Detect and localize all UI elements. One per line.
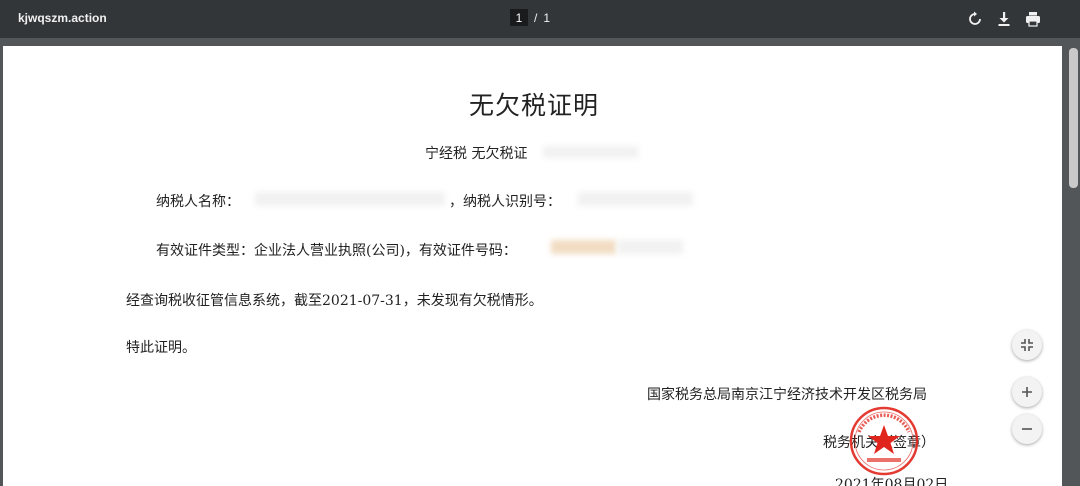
redacted-taxpayer-id [578, 192, 693, 206]
zoom-in-button[interactable] [1012, 377, 1042, 407]
redacted-taxpayer-name [255, 192, 445, 206]
official-seal-stamp [849, 406, 919, 476]
fit-page-icon [1021, 339, 1033, 351]
page-separator: / [534, 10, 538, 25]
page-number-input[interactable] [510, 9, 528, 26]
document-file-name: kjwqszm.action [18, 11, 107, 25]
pdf-page: 无欠税证明 宁经税 无欠税证 纳税人名称： ，纳税人识别号： 有效证件类型：企业… [3, 46, 1062, 486]
scrollbar-thumb[interactable] [1069, 48, 1078, 188]
pdf-toolbar: kjwqszm.action / 1 [0, 0, 1080, 38]
taxpayer-name-label: 纳税人名称： [156, 194, 240, 210]
id-type-text: 有效证件类型：企业法人营业执照(公司)，有效证件号码： [156, 243, 517, 259]
zoom-out-icon [1022, 428, 1032, 430]
redacted-id-number-tail [618, 240, 683, 254]
rotate-icon[interactable] [966, 10, 984, 28]
page-selector: / 1 [510, 9, 550, 26]
certificate-number-prefix: 宁经税 无欠税证 [425, 146, 528, 162]
fit-page-button[interactable] [1012, 330, 1042, 360]
document-title: 无欠税证明 [469, 91, 600, 120]
redacted-certificate-number [543, 146, 638, 158]
total-pages: 1 [543, 10, 551, 25]
vertical-scrollbar[interactable] [1066, 38, 1080, 481]
closing-statement: 特此证明。 [126, 340, 196, 356]
zoom-in-icon [1022, 387, 1032, 397]
issuing-authority: 国家税务总局南京江宁经济技术开发区税务局 [647, 387, 927, 403]
print-icon[interactable] [1024, 10, 1042, 28]
result-statement: 经查询税收征管信息系统，截至2021-07-31，未发现有欠税情形。 [126, 293, 543, 309]
zoom-out-button[interactable] [1012, 414, 1042, 444]
download-icon[interactable] [995, 10, 1013, 28]
document-viewer[interactable]: 无欠税证明 宁经税 无欠税证 纳税人名称： ，纳税人识别号： 有效证件类型：企业… [0, 38, 1080, 486]
taxpayer-id-label: ，纳税人识别号： [449, 194, 561, 210]
redacted-id-number [551, 240, 616, 254]
